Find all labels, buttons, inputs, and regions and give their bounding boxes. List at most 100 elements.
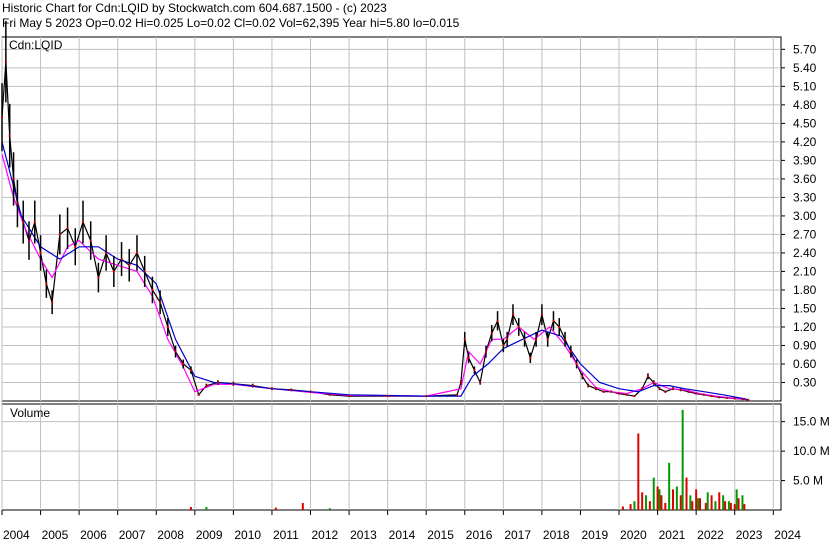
close-marker <box>251 384 254 387</box>
close-marker <box>1 116 3 119</box>
x-tick-label: 2014 <box>389 528 416 542</box>
volume-bar <box>675 486 678 510</box>
close-marker <box>159 301 162 304</box>
close-marker <box>502 344 505 347</box>
volume-bar <box>706 492 709 510</box>
volume-bar <box>699 498 702 510</box>
close-marker <box>51 301 54 304</box>
price-y-tick-label: 2.70 <box>793 227 817 241</box>
close-marker <box>97 276 100 279</box>
volume-bar <box>733 504 736 510</box>
volume-bar <box>637 433 640 510</box>
volume-bar <box>718 492 721 510</box>
close-marker <box>135 251 138 254</box>
price-y-tick-label: 0.30 <box>793 375 817 389</box>
volume-bar <box>656 486 659 510</box>
x-tick-label: 2018 <box>543 528 570 542</box>
volume-bar <box>660 495 663 510</box>
volume-bar <box>714 501 717 510</box>
close-marker <box>602 390 605 393</box>
close-marker <box>726 396 729 399</box>
volume-bar <box>274 507 277 510</box>
close-marker <box>564 338 567 341</box>
price-volume-chart: 0.30 0.60 0.90 1.20 1.50 1.80 2.10 2.40 2.70 3.00… <box>1 20 830 542</box>
close-marker <box>529 356 532 359</box>
x-tick-label: 2007 <box>119 528 146 542</box>
volume-bar <box>652 477 655 510</box>
volume-bar <box>189 507 192 510</box>
close-marker <box>58 233 61 236</box>
price-y-tick-label: 5.70 <box>793 42 817 56</box>
x-tick-label: 2012 <box>312 528 339 542</box>
volume-panel-title: Volume <box>10 406 50 420</box>
volume-bar <box>689 495 692 510</box>
volume-y-tick-label: 10.0 M <box>793 444 830 458</box>
close-marker <box>517 325 520 328</box>
volume-bar <box>697 498 700 510</box>
x-tick-label: 2004 <box>3 528 30 542</box>
close-marker <box>490 332 493 335</box>
volume-bar <box>658 489 661 510</box>
volume-bar <box>704 502 707 510</box>
volume-panel: 5.0 M 10.0 M 15.0 M Volume <box>1 403 830 511</box>
price-y-tick-label: 4.80 <box>793 98 817 112</box>
close-marker <box>552 319 555 322</box>
volume-bar <box>679 495 682 510</box>
close-marker <box>386 395 389 398</box>
price-y-tick-label: 0.60 <box>793 357 817 371</box>
volume-bar <box>729 502 732 510</box>
price-y-tick-label: 3.30 <box>793 190 817 204</box>
volume-bar <box>664 502 667 510</box>
volume-bar <box>621 506 624 510</box>
close-marker <box>197 393 200 396</box>
close-marker <box>473 369 476 372</box>
price-y-tick-label: 3.60 <box>793 172 817 186</box>
close-marker <box>741 398 744 401</box>
price-y-tick-label: 4.20 <box>793 135 817 149</box>
close-marker <box>587 384 590 387</box>
volume-bar <box>301 502 304 510</box>
close-marker <box>8 134 11 137</box>
volume-bar <box>710 495 713 510</box>
close-marker <box>348 395 351 398</box>
close-marker <box>641 387 644 390</box>
volume-bar <box>645 495 648 510</box>
close-marker <box>128 264 131 267</box>
price-y-tick-label: 2.10 <box>793 264 817 278</box>
x-tick-label: 2021 <box>659 528 686 542</box>
close-marker <box>658 387 661 390</box>
volume-bar <box>629 504 632 510</box>
close-marker <box>182 362 185 365</box>
close-marker <box>747 398 750 401</box>
volume-bar <box>735 489 738 510</box>
x-tick-label: 2005 <box>42 528 69 542</box>
close-marker <box>511 313 514 316</box>
close-marker <box>112 270 115 273</box>
close-marker <box>546 338 549 341</box>
price-y-tick-label: 5.10 <box>793 79 817 93</box>
close-marker <box>216 381 219 384</box>
price-y-tick-label: 0.90 <box>793 338 817 352</box>
price-y-tick-label: 4.50 <box>793 116 817 130</box>
volume-bar <box>672 489 675 510</box>
stock-chart-page: Historic Chart for Cdn:LQID by Stockwatc… <box>0 0 830 543</box>
volume-panel-frame <box>1 403 782 511</box>
volume-bar <box>741 495 744 510</box>
x-tick-label: 2017 <box>504 528 531 542</box>
volume-bar <box>648 501 651 510</box>
close-marker <box>467 356 470 359</box>
price-y-tick-label: 1.50 <box>793 301 817 315</box>
close-marker <box>174 350 177 353</box>
close-marker <box>479 381 482 384</box>
close-marker <box>89 239 92 242</box>
volume-bar <box>722 495 725 510</box>
volume-bar <box>737 498 740 510</box>
close-marker <box>270 387 273 390</box>
volume-bar <box>695 489 698 510</box>
price-panel-frame <box>1 36 782 402</box>
x-tick-label: 2011 <box>273 528 299 542</box>
close-marker <box>679 388 682 391</box>
close-marker <box>166 325 169 328</box>
close-marker <box>618 392 621 395</box>
volume-bar <box>681 409 684 510</box>
